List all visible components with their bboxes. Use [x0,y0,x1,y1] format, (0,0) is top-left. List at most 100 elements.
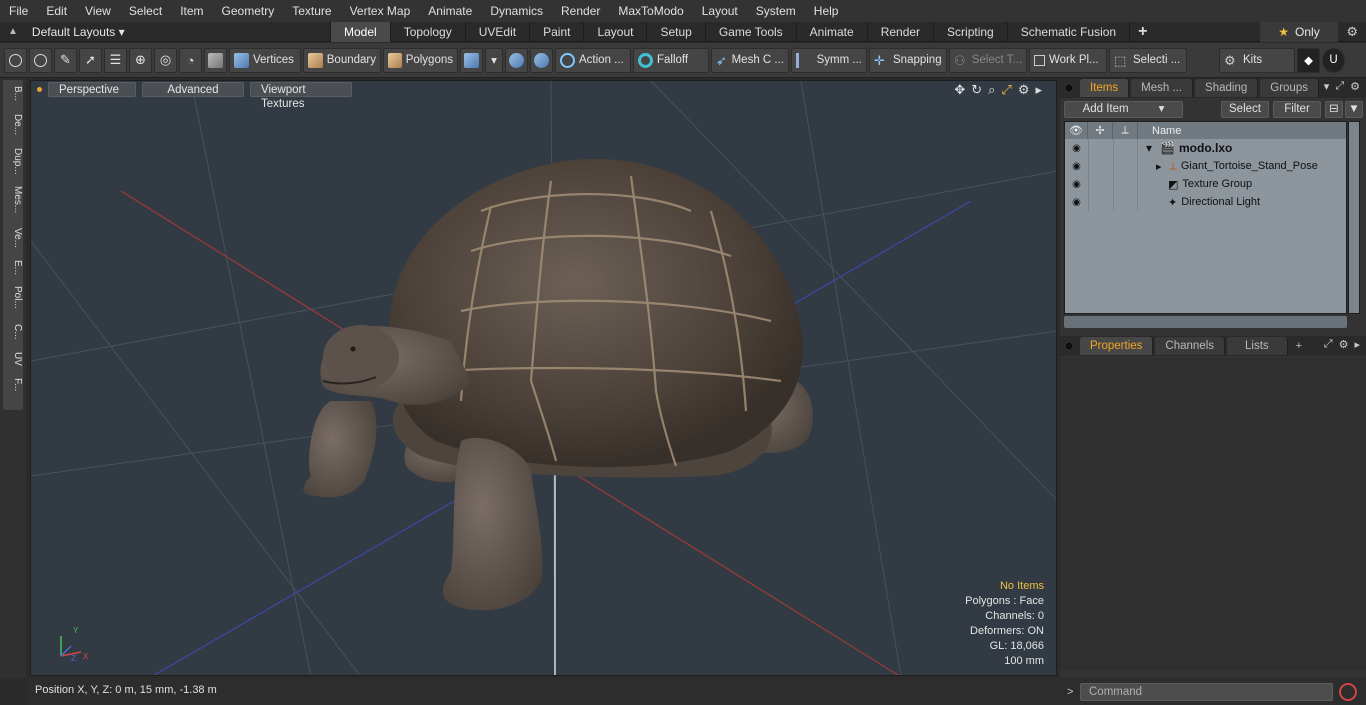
command-input[interactable]: Command [1080,682,1333,701]
viewport-settings-icon[interactable]: ⚙ [1018,82,1030,98]
menu-maxtomodo[interactable]: MaxToModo [609,0,692,22]
item-list-horizontal-scrollbar[interactable] [1064,316,1347,328]
tree-row[interactable]: ◉ ▸ ⟂ Giant_Tortoise_Stand_Pose [1065,157,1346,175]
symmetry-button[interactable]: Symm ... [791,47,867,73]
panel-settings-icon[interactable]: ⚙ [1350,80,1360,93]
expand-arrow-icon[interactable]: ▾ [1146,141,1152,155]
unity-icon[interactable]: ◆ [1297,47,1320,73]
visibility-eye-icon[interactable]: ◉ [1065,197,1088,208]
panel-expand-icon[interactable]: ⤢ [1324,338,1333,351]
add-panel-tab-icon[interactable]: + [1296,340,1302,352]
kits-button[interactable]: ⚙ Kits [1219,47,1295,73]
tab-channels[interactable]: Channels [1155,337,1226,355]
tab-lists[interactable]: Lists [1227,337,1288,355]
center-icon[interactable]: ⊕ [129,47,152,73]
work-plane-button[interactable]: Work Pl... [1029,47,1107,73]
menu-animate[interactable]: Animate [419,0,481,22]
left-tab-basic[interactable]: B... [3,86,23,101]
panel-dropdown-icon[interactable]: ▾ [1324,80,1330,93]
zoom-icon[interactable]: ⌕ [988,82,995,98]
menu-render[interactable]: Render [552,0,609,22]
tab-topology[interactable]: Topology [389,21,465,42]
left-tab-deform[interactable]: De... [3,114,23,135]
menu-file[interactable]: File [0,0,37,22]
select-button[interactable]: Select [1221,100,1269,118]
mesh-constraints-button[interactable]: ➶ Mesh C ... [711,47,789,73]
left-tab-vertex[interactable]: Ve... [3,228,23,248]
snap-box-icon[interactable]: ◎ [154,47,177,73]
rotate-view-icon[interactable]: ↻ [971,82,982,98]
action-center-button[interactable]: Action ... [555,47,631,73]
menu-item[interactable]: Item [171,0,212,22]
tree-row[interactable]: ◉ ▾ 🎬 modo.lxo [1065,139,1346,157]
only-toggle[interactable]: ★ Only [1260,22,1338,42]
collapse-icon[interactable]: ⊟ [1325,100,1343,118]
tab-model[interactable]: Model [330,21,390,42]
tab-uvedit[interactable]: UVEdit [464,21,529,42]
snapping-button[interactable]: ✛ Snapping [869,47,947,73]
tab-game-tools[interactable]: Game Tools [704,21,796,42]
mode-dropdown-icon[interactable]: ▾ [485,47,503,73]
tab-render[interactable]: Render [866,21,933,42]
shield-icon[interactable] [505,47,528,73]
lasso-icon[interactable]: ➚ [79,47,102,73]
rotate-icon[interactable]: ◔ [179,47,202,73]
filter-button[interactable]: Filter [1273,100,1321,118]
menu-help[interactable]: Help [805,0,848,22]
left-tab-edge[interactable]: E... [3,260,23,275]
menu-view[interactable]: View [76,0,120,22]
expand-arrow-icon[interactable]: ▸ [1156,160,1162,173]
collapse-arrow-icon[interactable]: ▲ [8,26,18,37]
select-through-button[interactable]: ⚇ Select T... [949,47,1027,73]
tab-schematic-fusion[interactable]: Schematic Fusion [1006,21,1129,42]
expand-arrow-icon[interactable]: ▸ [1035,82,1042,98]
selection-sets-button[interactable]: ⬚ Selecti ... [1109,47,1187,73]
left-tab-duplicate[interactable]: Dup... [3,148,23,175]
visibility-eye-icon[interactable]: ◉ [1065,143,1088,154]
left-tab-fusion[interactable]: F... [3,378,23,391]
tree-row[interactable]: ◉ ✦ Directional Light [1065,193,1346,211]
visibility-eye-icon[interactable]: ◉ [1065,161,1088,172]
tab-scripting[interactable]: Scripting [933,21,1007,42]
tab-items[interactable]: Items [1080,79,1130,97]
align-icon[interactable]: ☰ [104,47,127,73]
record-stop-icon[interactable] [1339,682,1357,701]
falloff-button[interactable]: Falloff [633,47,709,73]
left-tab-curve[interactable]: C... [3,324,23,340]
gear-icon[interactable]: ⚙ [1346,24,1358,40]
boundary-button[interactable]: Boundary [303,47,381,73]
panel-arrow-icon[interactable]: ▸ [1354,338,1360,351]
globe-icon[interactable] [29,47,52,73]
menu-system[interactable]: System [747,0,805,22]
tab-shading[interactable]: Shading [1195,79,1259,97]
tab-animate[interactable]: Animate [795,21,867,42]
item-list-vertical-scrollbar[interactable] [1348,121,1360,314]
polygons-button[interactable]: Polygons [383,47,458,73]
visibility-eye-icon[interactable]: ◉ [1065,179,1088,190]
perspective-button[interactable]: Perspective [48,82,136,97]
menu-dynamics[interactable]: Dynamics [481,0,552,22]
item-mode-icon[interactable] [204,47,227,73]
menu-layout[interactable]: Layout [693,0,747,22]
left-tab-mesh-edit[interactable]: Mes... [3,186,23,213]
tab-groups[interactable]: Groups [1260,79,1319,97]
vertices-button[interactable]: Vertices [229,47,301,73]
left-tab-polygon[interactable]: Pol... [3,286,23,309]
tab-paint[interactable]: Paint [529,21,583,42]
layout-selector[interactable]: ▲ Default Layouts ▾ [0,22,330,42]
tab-layout[interactable]: Layout [583,21,646,42]
viewport-textures-button[interactable]: Viewport Textures [250,82,352,110]
tree-row[interactable]: ◉ ◩ Texture Group [1065,175,1346,193]
panel-expand-icon[interactable]: ⤢ [1335,80,1344,93]
menu-texture[interactable]: Texture [283,0,340,22]
panel-settings-icon[interactable]: ⚙ [1339,338,1349,351]
menu-geometry[interactable]: Geometry [213,0,284,22]
material-mode-icon[interactable] [460,47,483,73]
tab-mesh[interactable]: Mesh ... [1131,79,1194,97]
tab-setup[interactable]: Setup [646,21,704,42]
menu-vertex-map[interactable]: Vertex Map [341,0,420,22]
select-circle-icon[interactable] [4,47,27,73]
tortoise-model[interactable] [303,158,813,611]
move-icon[interactable]: ✥ [954,82,965,98]
menu-select[interactable]: Select [120,0,171,22]
